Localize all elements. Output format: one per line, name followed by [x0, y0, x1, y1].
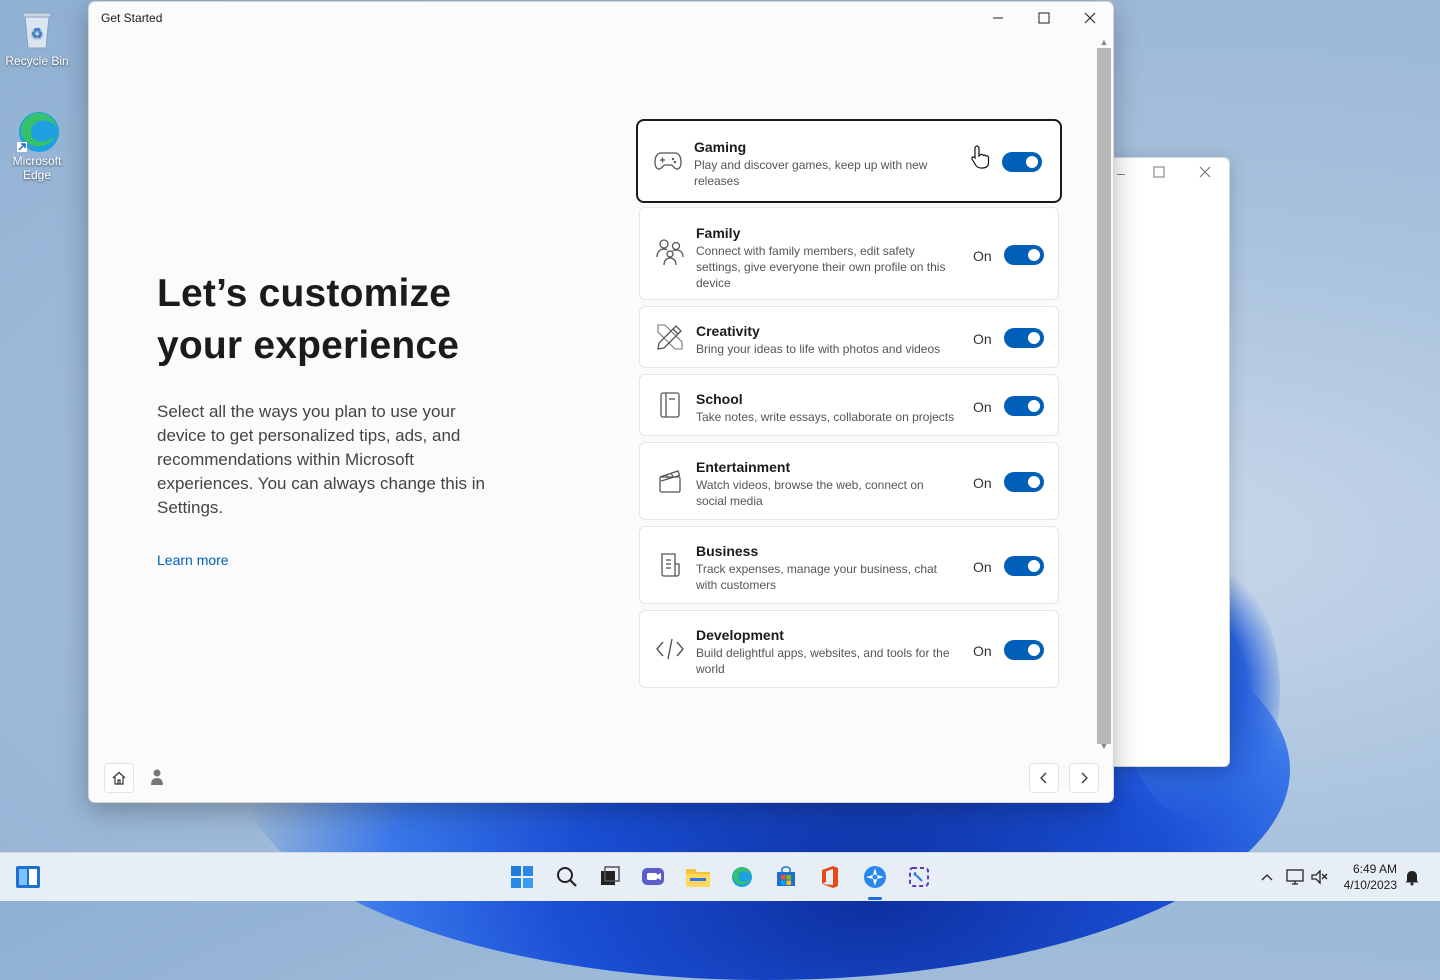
- chevron-up-icon[interactable]: [1253, 863, 1281, 891]
- notification-icon[interactable]: [1398, 863, 1426, 891]
- office-icon[interactable]: [816, 863, 844, 891]
- taskbar: 6:49 AM 4/10/2023: [0, 852, 1440, 901]
- next-button[interactable]: [1069, 763, 1099, 793]
- back-button[interactable]: [1029, 763, 1059, 793]
- entertainment-toggle[interactable]: [1004, 472, 1044, 492]
- background-window-titlebar: –: [1099, 158, 1229, 188]
- card-family[interactable]: Family Connect with family members, edit…: [639, 207, 1059, 300]
- scroll-down-icon[interactable]: ▼: [1097, 740, 1111, 752]
- card-title: Development: [696, 627, 784, 643]
- toggle-state: On: [973, 643, 992, 659]
- edge-icon: [15, 108, 59, 152]
- start-icon[interactable]: [508, 863, 536, 891]
- search-icon[interactable]: [553, 863, 581, 891]
- clock-date: 4/10/2023: [1343, 878, 1397, 892]
- svg-text:♻: ♻: [31, 26, 44, 42]
- edge-icon[interactable]: [728, 863, 756, 891]
- home-icon: [112, 771, 126, 785]
- close-icon[interactable]: [1195, 164, 1215, 182]
- page-description: Select all the ways you plan to use your…: [157, 402, 485, 517]
- close-icon: [1084, 12, 1096, 24]
- card-creativity[interactable]: Creativity Bring your ideas to life with…: [639, 306, 1059, 368]
- card-school[interactable]: School Take notes, write essays, collabo…: [639, 374, 1059, 436]
- person-icon: [151, 769, 163, 785]
- clapperboard-icon: [654, 465, 686, 497]
- family-icon: [654, 236, 686, 268]
- toggle-state: On: [973, 559, 992, 575]
- card-gaming[interactable]: Gaming Play and discover games, keep up …: [636, 119, 1062, 203]
- network-icon[interactable]: [1281, 863, 1309, 891]
- card-title: Business: [696, 543, 759, 559]
- minimize-button[interactable]: [975, 2, 1021, 34]
- school-toggle[interactable]: [1004, 396, 1044, 416]
- business-toggle[interactable]: [1004, 556, 1044, 576]
- card-description: Play and discover games, keep up with ne…: [694, 158, 928, 188]
- family-toggle[interactable]: [1004, 245, 1044, 265]
- maximize-icon[interactable]: [1149, 164, 1169, 182]
- titlebar: Get Started: [89, 2, 1113, 34]
- pencil-ruler-icon: [654, 321, 686, 353]
- minimize-icon: [993, 17, 1003, 19]
- card-description: Bring your ideas to life with photos and…: [696, 342, 941, 356]
- card-entertainment[interactable]: Entertainment Watch videos, browse the w…: [639, 442, 1059, 520]
- card-description: Take notes, write essays, collaborate on…: [696, 410, 955, 424]
- card-title: School: [696, 391, 743, 407]
- card-description: Watch videos, browse the web, connect on…: [696, 478, 924, 508]
- toggle-state: On: [973, 248, 992, 264]
- card-title: Family: [696, 225, 741, 241]
- learn-more-link[interactable]: Learn more: [157, 552, 229, 568]
- page-title-line-1: Let’s customize: [157, 272, 452, 315]
- card-description: Track expenses, manage your business, ch…: [696, 562, 938, 592]
- creativity-toggle[interactable]: [1004, 328, 1044, 348]
- maximize-icon: [1038, 12, 1050, 24]
- minimize-icon[interactable]: –: [1111, 164, 1131, 182]
- vertical-scrollbar[interactable]: ▲ ▼: [1097, 36, 1111, 752]
- system-clock[interactable]: 6:49 AM 4/10/2023: [1344, 861, 1397, 893]
- notebook-icon: [654, 389, 686, 421]
- document-icon: [654, 549, 686, 581]
- development-toggle[interactable]: [1004, 640, 1044, 660]
- task-view-icon[interactable]: [596, 863, 624, 891]
- recycle-bin-icon: ♻: [15, 8, 59, 52]
- get-started-window: Get Started Let’s customize your experie…: [88, 1, 1114, 803]
- toggle-state: On: [973, 475, 992, 491]
- account-button[interactable]: [143, 763, 171, 791]
- card-title: Gaming: [694, 139, 747, 155]
- desktop-icon-label: Recycle Bin: [5, 54, 69, 68]
- chevron-right-icon: [1081, 772, 1088, 784]
- page-title-line-2: your experience: [157, 324, 460, 367]
- desktop-icon-recycle-bin[interactable]: ♻ Recycle Bin: [0, 8, 74, 68]
- chevron-left-icon: [1040, 772, 1047, 784]
- window-title: Get Started: [101, 11, 163, 25]
- maximize-button[interactable]: [1021, 2, 1067, 34]
- hand-cursor-icon: [970, 144, 992, 175]
- store-icon[interactable]: [772, 863, 800, 891]
- card-development[interactable]: Development Build delightful apps, websi…: [639, 610, 1059, 688]
- home-button[interactable]: [104, 763, 134, 793]
- background-window[interactable]: –: [1098, 157, 1230, 767]
- scrollbar-thumb[interactable]: [1097, 48, 1111, 744]
- chat-icon[interactable]: [640, 863, 668, 891]
- page-title: Let’s customize your experience: [157, 268, 557, 372]
- snipping-tool-icon[interactable]: [905, 863, 933, 891]
- widgets-icon[interactable]: [14, 863, 42, 891]
- toggle-state: On: [973, 331, 992, 347]
- card-description: Connect with family members, edit safety…: [696, 244, 946, 290]
- volume-muted-icon[interactable]: [1306, 863, 1334, 891]
- code-icon: [654, 633, 686, 665]
- gamepad-icon: [652, 145, 684, 177]
- card-title: Entertainment: [696, 459, 791, 475]
- get-started-icon[interactable]: [861, 863, 889, 891]
- card-business[interactable]: Business Track expenses, manage your bus…: [639, 526, 1059, 604]
- file-explorer-icon[interactable]: [684, 863, 712, 891]
- close-button[interactable]: [1067, 2, 1113, 34]
- clock-time: 6:49 AM: [1352, 862, 1397, 876]
- card-title: Creativity: [696, 323, 760, 339]
- card-description: Build delightful apps, websites, and too…: [696, 646, 950, 676]
- toggle-state: On: [973, 399, 992, 415]
- gaming-toggle[interactable]: [1002, 152, 1042, 172]
- desktop-icon-edge[interactable]: Microsoft Edge: [0, 108, 74, 182]
- desktop-icon-label: Microsoft Edge: [12, 154, 62, 182]
- scroll-up-icon[interactable]: ▲: [1097, 36, 1111, 48]
